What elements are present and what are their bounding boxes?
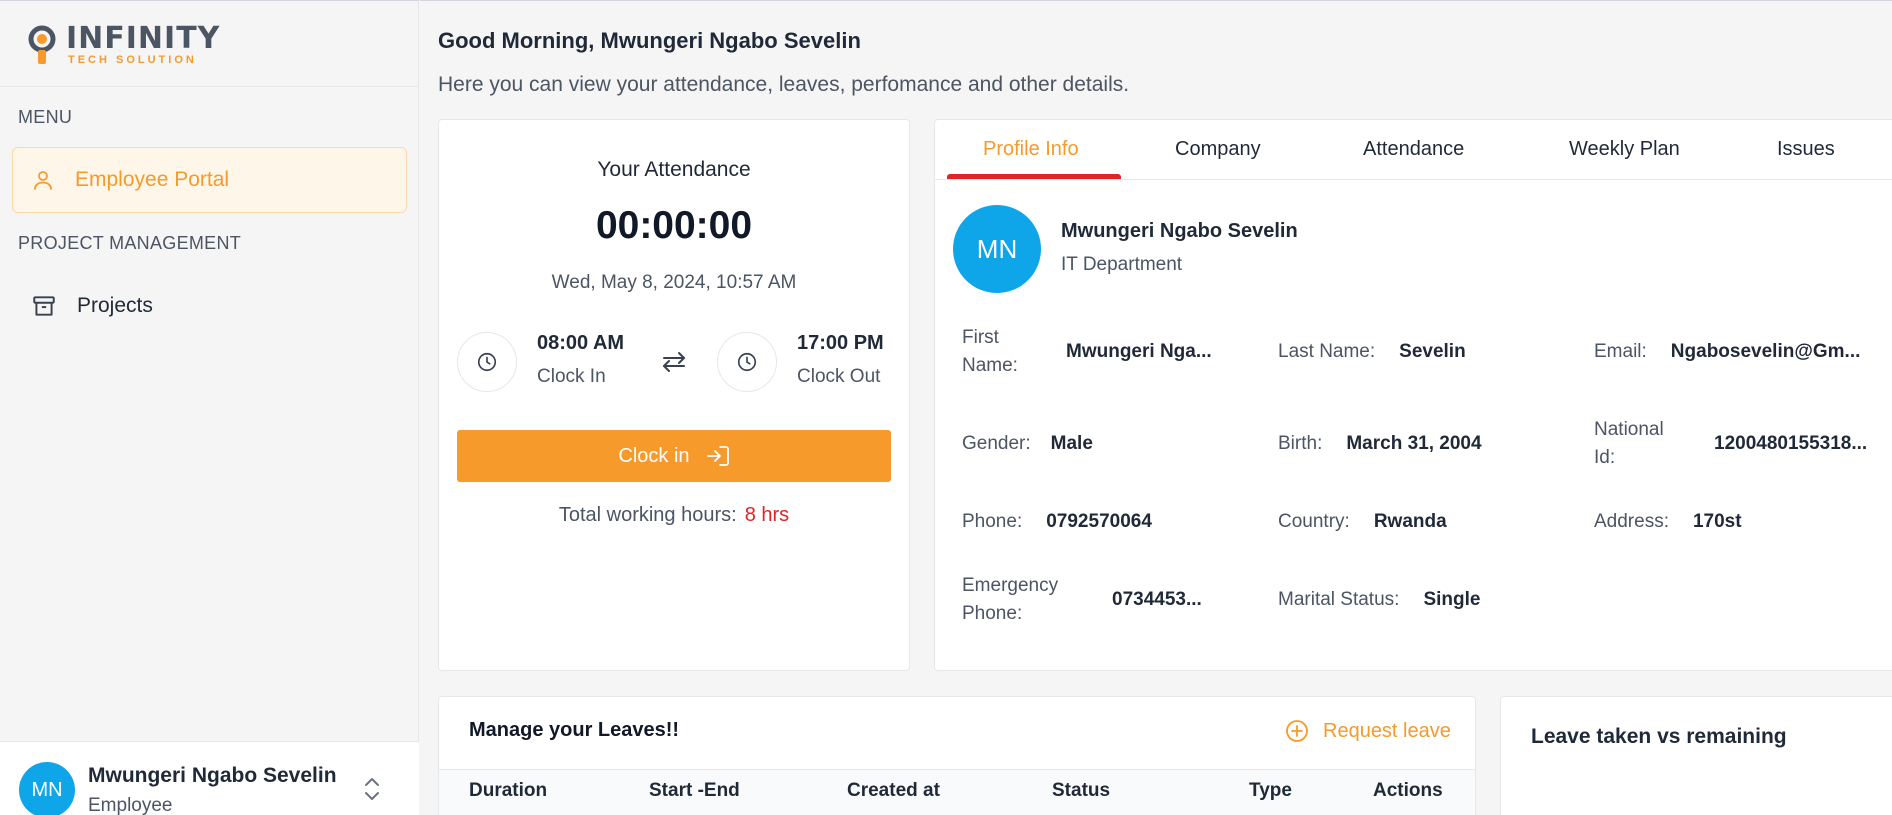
field-label: Email: [1594, 341, 1647, 362]
user-menu[interactable]: MN Mwungeri Ngabo Sevelin Employee [0, 741, 419, 815]
profile-name: Mwungeri Ngabo Sevelin [1061, 220, 1298, 242]
user-icon [34, 171, 52, 190]
tab-profile-info[interactable]: Profile Info [983, 138, 1079, 161]
tab-weekly-plan[interactable]: Weekly Plan [1569, 138, 1680, 161]
user-name: Mwungeri Ngabo Sevelin [88, 764, 337, 787]
field-label: Last Name: [1278, 341, 1376, 362]
field-country: Country: Rwanda [1278, 508, 1447, 536]
field-label: Phone: [962, 511, 1023, 532]
leaves-table-header: Duration Start -End Created at Status Ty… [439, 769, 1475, 815]
menu-heading: MENU [18, 107, 73, 127]
main-content: Good Morning, Mwungeri Ngabo Sevelin Her… [420, 0, 1892, 815]
field-email: Email: Ngabosevelin@Gm... [1594, 338, 1860, 366]
page-title: Good Morning, Mwungeri Ngabo Sevelin [438, 28, 861, 53]
field-address: Address: 170st [1594, 508, 1742, 536]
clock-in-button[interactable]: Clock in [457, 430, 891, 482]
field-marital-status: Marital Status: Single [1278, 586, 1480, 614]
attendance-card: Your Attendance 00:00:00 Wed, May 8, 202… [438, 119, 910, 671]
column-status: Status [1052, 780, 1111, 801]
column-start-end: Start -End [649, 780, 740, 801]
profile-department: IT Department [1061, 254, 1183, 275]
clock-in-button-label: Clock in [618, 444, 690, 467]
field-emergency-phone: Emergency Phone: 0734453... [962, 572, 1202, 628]
login-icon [706, 446, 729, 466]
project-management-heading: PROJECT MANAGEMENT [18, 233, 242, 253]
attendance-title: Your Attendance [597, 158, 751, 181]
avatar: MN [19, 762, 75, 815]
field-last-name: Last Name: Sevelin [1278, 338, 1466, 366]
tab-issues[interactable]: Issues [1777, 138, 1835, 161]
sidebar-item-label: Projects [77, 294, 153, 317]
clock-out-time: 17:00 PM [797, 332, 884, 354]
plus-circle-icon [1286, 720, 1308, 742]
archive-icon [33, 296, 55, 316]
tab-attendance[interactable]: Attendance [1363, 138, 1464, 161]
page-subtitle: Here you can view your attendance, leave… [438, 73, 1130, 96]
profile-card: Profile Info Company Attendance Weekly P… [934, 119, 1892, 671]
clock-out-label: Clock Out [797, 366, 881, 387]
sidebar-item-employee-portal[interactable]: Employee Portal [12, 147, 407, 213]
tab-company[interactable]: Company [1175, 138, 1261, 161]
field-first-name: First Name: Mwungeri Nga... [962, 324, 1212, 380]
clock-in-time: 08:00 AM [537, 332, 625, 354]
attendance-date: Wed, May 8, 2024, 10:57 AM [551, 272, 797, 293]
field-value: Ngabosevelin@Gm... [1670, 341, 1861, 362]
field-value: 1200480155318... [1714, 433, 1868, 454]
chevron-up-down-icon[interactable] [362, 775, 382, 803]
column-created-at: Created at [847, 780, 940, 801]
field-label: Emergency Phone: [962, 575, 1059, 624]
field-birth: Birth: March 31, 2004 [1278, 430, 1482, 458]
logo-icon [28, 25, 56, 64]
avatar: MN [953, 205, 1041, 293]
leave-chart-card: Leave taken vs remaining [1500, 696, 1892, 815]
swap-icon [663, 352, 685, 372]
total-working-hours: Total working hours: 8 hrs [439, 504, 909, 527]
sidebar-item-label: Employee Portal [75, 168, 230, 191]
user-role: Employee [88, 795, 173, 815]
field-value: Mwungeri Nga... [1066, 341, 1212, 362]
clock-in-label: Clock In [537, 366, 606, 387]
field-label: National Id: [1594, 419, 1664, 468]
total-hours-label: Total working hours: [558, 504, 737, 526]
request-leave-label: Request leave [1323, 719, 1451, 742]
sidebar-item-projects[interactable]: Projects [12, 273, 407, 339]
sidebar: INFINITY TECH SOLUTION MENU Employee Por… [0, 0, 419, 815]
field-value: Rwanda [1373, 511, 1447, 532]
profile-tabs: Profile Info Company Attendance Weekly P… [935, 120, 1892, 180]
field-value: Sevelin [1399, 341, 1466, 362]
field-label: Birth: [1278, 433, 1323, 454]
column-actions: Actions [1373, 780, 1443, 801]
field-label: Address: [1594, 511, 1669, 532]
total-hours-value: 8 hrs [744, 504, 790, 526]
field-value: Single [1423, 589, 1481, 610]
leaves-card: Manage your Leaves!! Request leave Durat… [438, 696, 1476, 815]
brand-name: INFINITY [66, 21, 221, 56]
field-value: 0792570064 [1046, 511, 1152, 532]
clock-out-icon [717, 332, 777, 392]
field-gender: Gender: Male [962, 430, 1093, 458]
field-phone: Phone: 0792570064 [962, 508, 1152, 536]
field-value: March 31, 2004 [1346, 433, 1482, 454]
leaves-title: Manage your Leaves!! [469, 719, 680, 741]
column-duration: Duration [469, 780, 548, 801]
field-value: Male [1050, 433, 1093, 454]
field-value: 0734453... [1112, 589, 1202, 610]
attendance-timer: 00:00:00 [595, 204, 753, 247]
field-label: First Name: [962, 327, 1018, 376]
field-label: Marital Status: [1278, 589, 1400, 610]
brand-tagline: TECH SOLUTION [68, 54, 197, 66]
clock-in-icon [457, 332, 517, 392]
leave-chart-title: Leave taken vs remaining [1531, 725, 1787, 748]
active-tab-indicator [947, 174, 1121, 179]
request-leave-button[interactable]: Request leave [1285, 719, 1451, 743]
field-value: 170st [1692, 511, 1742, 532]
column-type: Type [1249, 780, 1292, 801]
field-label: Gender: [962, 433, 1031, 454]
brand-logo[interactable]: INFINITY TECH SOLUTION [0, 1, 418, 87]
field-label: Country: [1278, 511, 1350, 532]
field-national-id: National Id: 1200480155318... [1594, 416, 1867, 472]
